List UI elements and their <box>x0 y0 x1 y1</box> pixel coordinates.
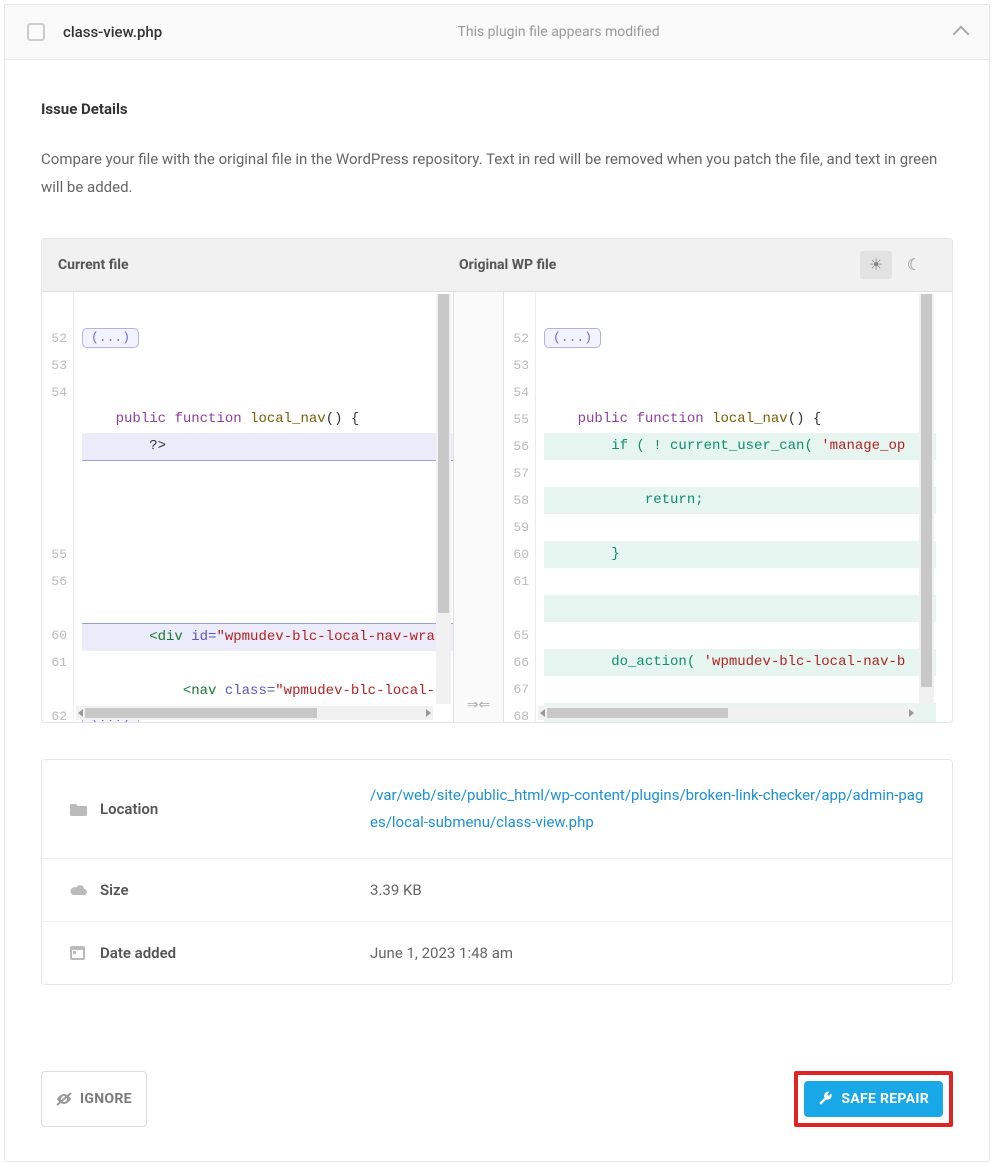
eye-off-icon <box>56 1092 72 1106</box>
detail-row-date: Date added June 1, 2023 1:48 am <box>42 922 952 984</box>
chevron-up-icon[interactable] <box>953 26 970 43</box>
fold-marker[interactable]: (...) <box>544 328 601 348</box>
dark-theme-icon[interactable]: ☾ <box>898 251 930 279</box>
callout-box: SAFE REPAIR <box>794 1071 953 1127</box>
left-hscroll[interactable] <box>76 706 433 720</box>
file-checkbox[interactable] <box>27 23 45 41</box>
diff-mid-controls[interactable]: ⇒⇐ <box>454 292 504 722</box>
file-location-link[interactable]: /var/web/site/public_html/wp-content/plu… <box>370 786 923 831</box>
detail-value: 3.39 KB <box>370 881 924 899</box>
detail-row-size: Size 3.39 KB <box>42 859 952 922</box>
repair-label: SAFE REPAIR <box>841 1091 929 1107</box>
fold-marker[interactable]: (...) <box>82 328 139 348</box>
ignore-label: IGNORE <box>80 1091 132 1107</box>
left-vscroll[interactable] <box>436 294 451 704</box>
detail-label: Size <box>100 881 370 899</box>
right-vscroll[interactable] <box>919 294 934 704</box>
diff-right-title: Original WP file <box>459 257 860 273</box>
accordion-header[interactable]: class-view.php This plugin file appears … <box>5 5 989 60</box>
detail-label: Date added <box>100 944 370 962</box>
issue-details-heading: Issue Details <box>41 100 953 118</box>
calendar-icon <box>70 945 100 960</box>
diff-right-pane[interactable]: 52 53 54 55 56 57 58 59 60 61 65 66 67 6… <box>504 292 936 722</box>
wrench-icon <box>818 1091 833 1106</box>
file-status-note: This plugin file appears modified <box>162 24 955 40</box>
diff-left-title: Current file <box>58 257 459 273</box>
right-gutter: 52 53 54 55 56 57 58 59 60 61 65 66 67 6… <box>504 292 536 722</box>
light-theme-icon[interactable]: ☀ <box>860 251 892 279</box>
detail-value: June 1, 2023 1:48 am <box>370 944 924 962</box>
right-hscroll[interactable] <box>538 706 916 720</box>
issue-description: Compare your file with the original file… <box>41 146 953 202</box>
detail-row-location: Location /var/web/site/public_html/wp-co… <box>42 760 952 859</box>
ignore-button[interactable]: IGNORE <box>41 1071 147 1127</box>
left-code: (...) public function local_nav() { ?> <… <box>74 292 453 722</box>
folder-icon <box>70 802 100 816</box>
diff-left-pane[interactable]: 52 53 54 55 56 60 61 62 (...) public fun… <box>42 292 454 722</box>
right-code: (...) public function local_nav() { if (… <box>536 292 936 722</box>
file-name: class-view.php <box>63 23 162 41</box>
diff-viewer: Current file Original WP file ☀ ☾ 52 53 … <box>41 238 953 723</box>
cloud-icon <box>70 883 100 896</box>
left-gutter: 52 53 54 55 56 60 61 62 <box>42 292 74 722</box>
file-details-table: Location /var/web/site/public_html/wp-co… <box>41 759 953 985</box>
safe-repair-button[interactable]: SAFE REPAIR <box>804 1081 943 1117</box>
detail-label: Location <box>100 800 370 818</box>
